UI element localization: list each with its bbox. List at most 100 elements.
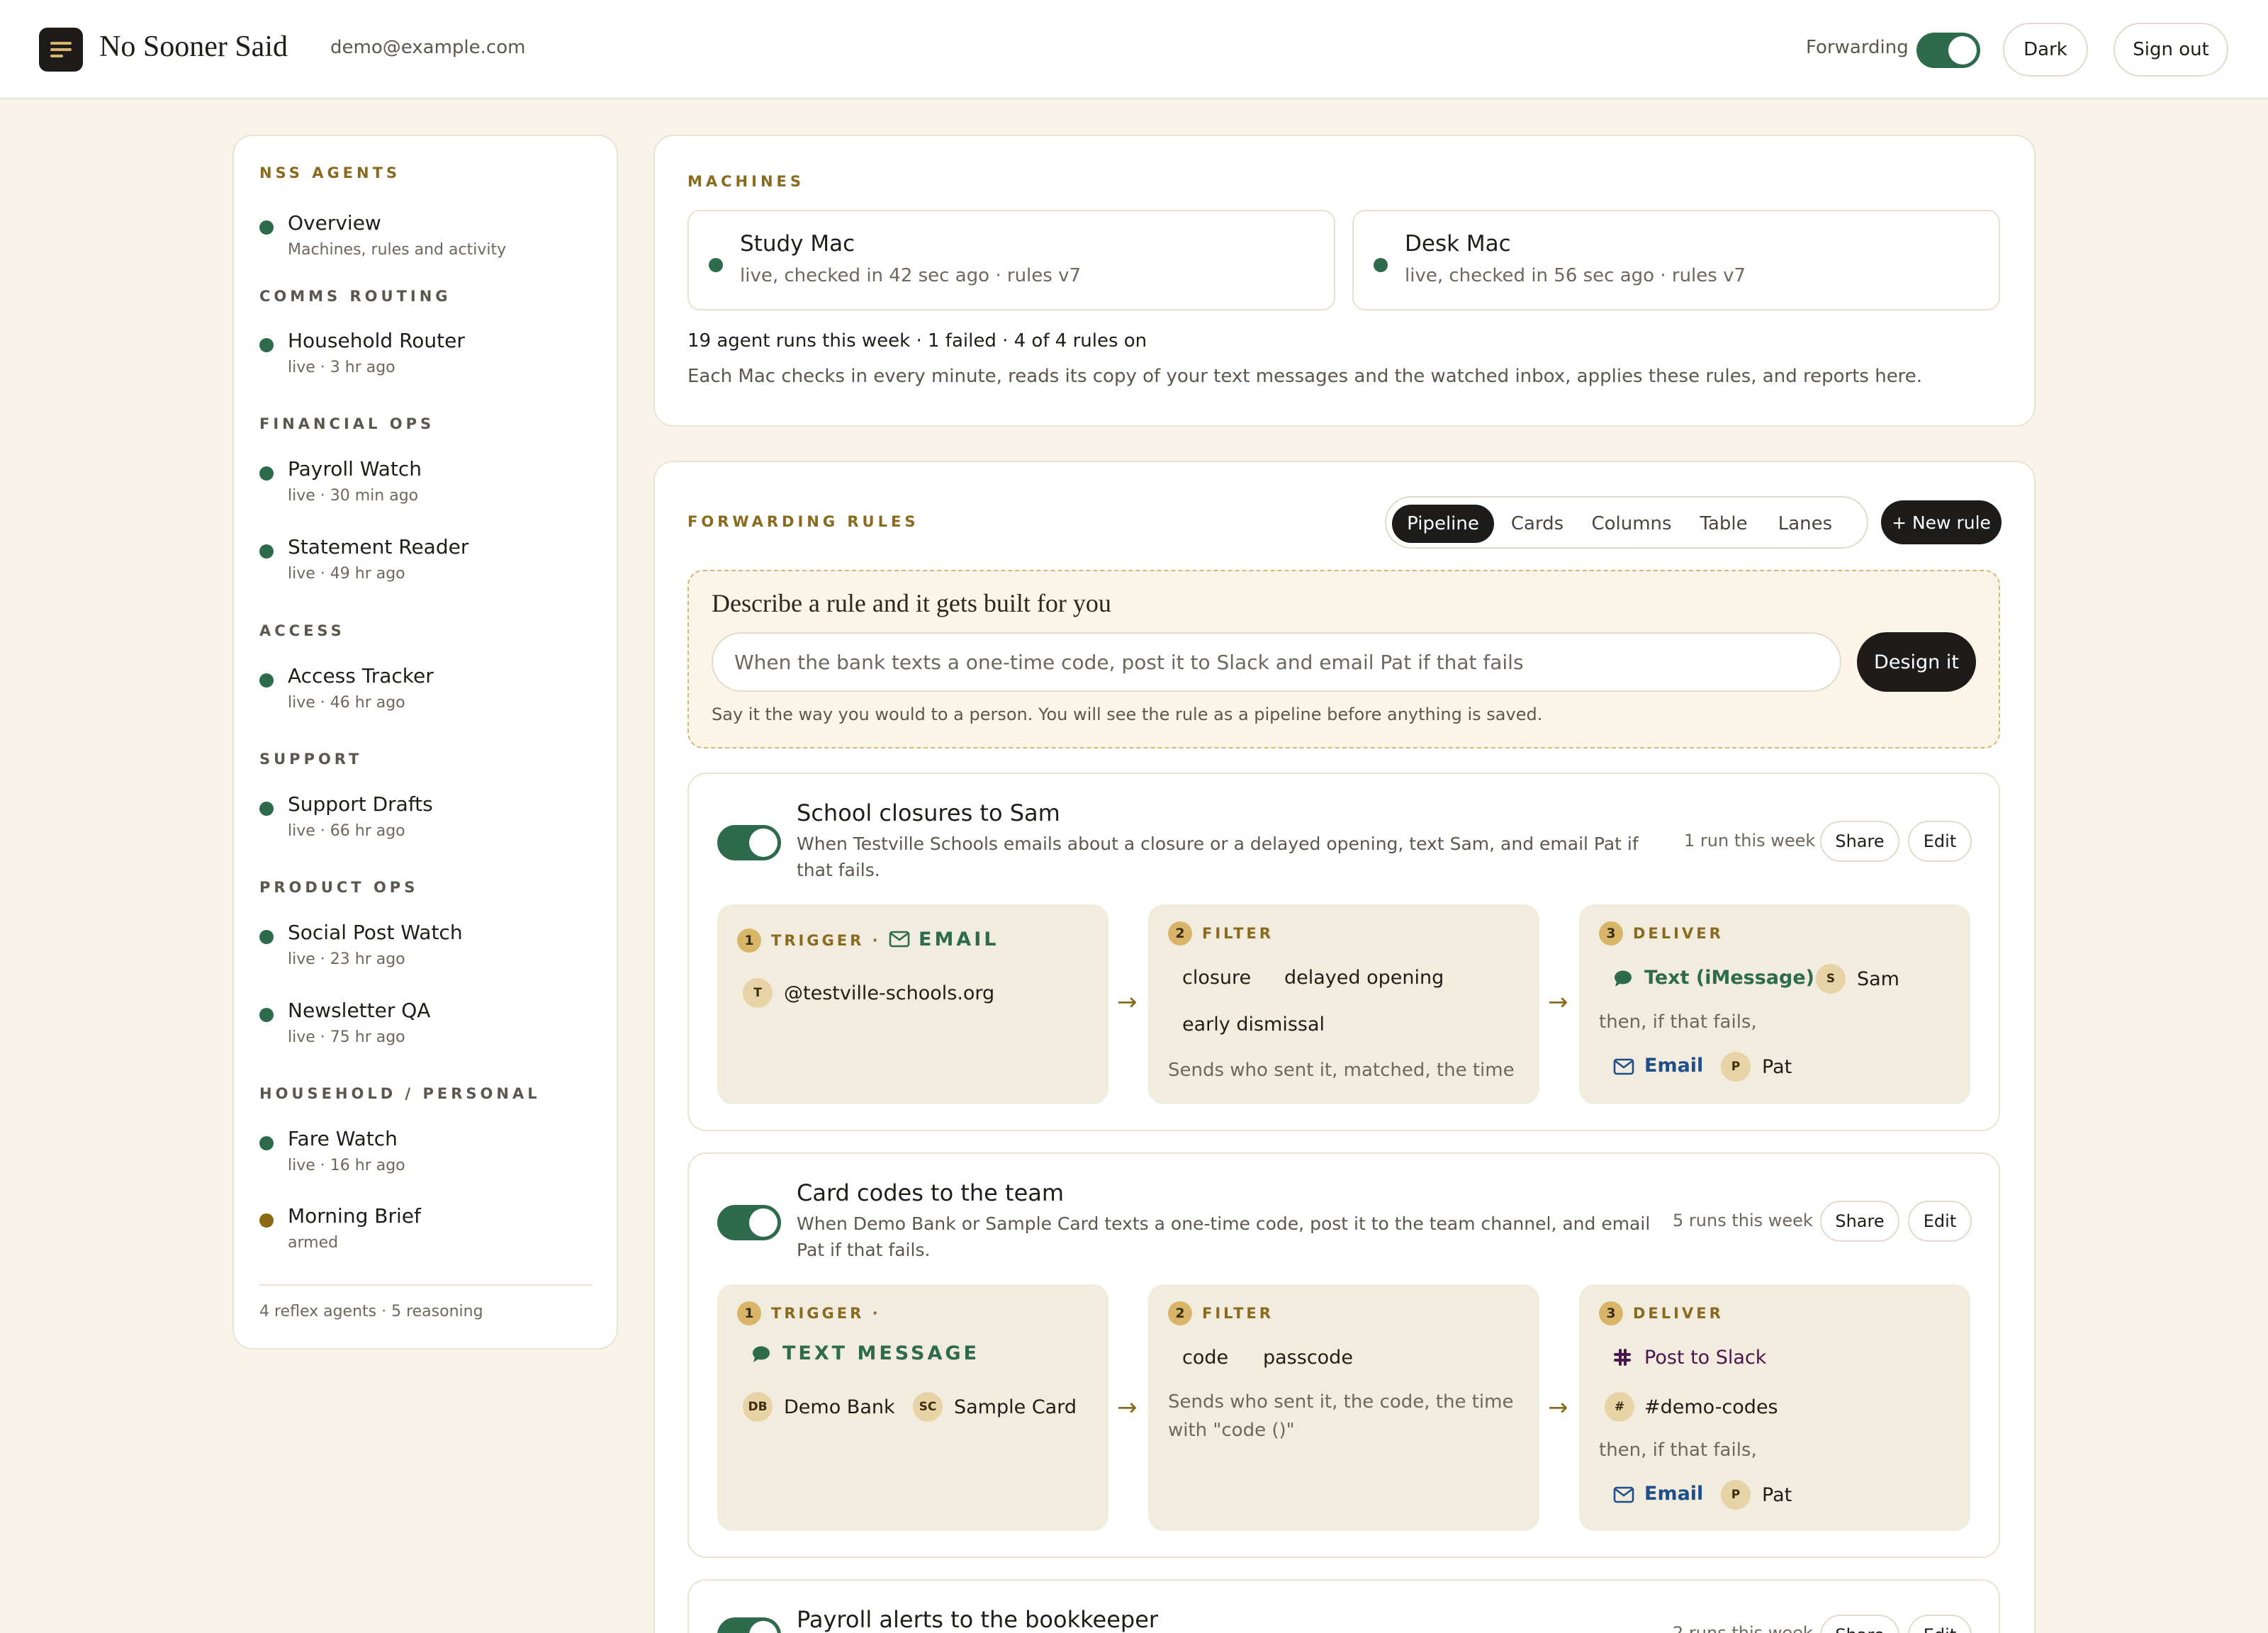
sidebar-item-access-tracker[interactable]: Access Tracker live · 46 hr ago (259, 664, 600, 721)
tab-lanes[interactable]: Lanes (1766, 505, 1844, 543)
arrow-right-icon: → (1548, 988, 1568, 1016)
sidebar-item-morning-brief[interactable]: Morning Brief armed (259, 1204, 600, 1261)
machine-status: live, checked in 42 sec ago · rules v7 (740, 265, 1081, 286)
sidebar-title: NSS AGENTS (259, 164, 401, 181)
avatar: # (1605, 1392, 1634, 1422)
machines-description: Each Mac checks in every minute, reads i… (687, 366, 1923, 387)
rule-enabled-toggle[interactable] (717, 1617, 781, 1633)
filter-keyword: passcode (1263, 1347, 1353, 1369)
sidebar-item-label: Social Post Watch (288, 921, 463, 944)
sidebar-item-label: Support Drafts (288, 792, 433, 816)
trigger-source: @testville-schools.org (784, 982, 995, 1004)
tab-cards[interactable]: Cards (1500, 505, 1575, 543)
sidebar-item-sub: live · 16 hr ago (288, 1157, 405, 1174)
forwarding-label: Forwarding (1806, 37, 1909, 58)
machine-card-desk-mac[interactable]: Desk Mac live, checked in 56 sec ago · r… (1352, 210, 2000, 310)
sign-out-button[interactable]: Sign out (2113, 23, 2228, 77)
section-heading: PRODUCT OPS (259, 879, 419, 896)
avatar: DB (743, 1392, 773, 1422)
avatar: P (1721, 1480, 1751, 1510)
fallback-target: Pat (1762, 1056, 1792, 1078)
share-button[interactable]: Share (1820, 821, 1899, 862)
sidebar-item-social-post-watch[interactable]: Social Post Watch live · 23 hr ago (259, 921, 600, 977)
forwarding-toggle[interactable] (1916, 33, 1980, 68)
rule-run-count: 1 run this week (1684, 831, 1816, 851)
edit-button[interactable]: Edit (1908, 1615, 1972, 1633)
design-it-button[interactable]: Design it (1857, 632, 1976, 692)
avatar: T (743, 978, 773, 1008)
filter-note: Sends who sent it, matched, the time (1168, 1060, 1515, 1081)
edit-button[interactable]: Edit (1908, 821, 1972, 862)
sidebar-item-household-router[interactable]: Household Router live · 3 hr ago (259, 329, 600, 386)
sidebar-item-support-drafts[interactable]: Support Drafts live · 66 hr ago (259, 792, 600, 849)
new-rule-button[interactable]: + New rule (1881, 500, 2002, 544)
status-dot (259, 1213, 274, 1228)
rule-enabled-toggle[interactable] (717, 1205, 781, 1240)
section-heading: FINANCIAL OPS (259, 415, 435, 432)
tab-table[interactable]: Table (1688, 505, 1759, 543)
avatar: SC (913, 1392, 943, 1422)
rule-title: Card codes to the team (797, 1179, 1065, 1206)
run-stats: 19 agent runs this week · 1 failed · 4 o… (687, 330, 1147, 352)
deliver-channel: Post to Slack (1644, 1347, 1767, 1369)
sidebar-item-label: Overview (288, 211, 381, 235)
sidebar-item-label: Household Router (288, 329, 465, 352)
status-dot (259, 930, 274, 944)
machine-card-study-mac[interactable]: Study Mac live, checked in 42 sec ago · … (687, 210, 1335, 310)
sidebar-item-label: Access Tracker (288, 664, 434, 688)
app-title: No Sooner Said (99, 30, 288, 63)
avatar: S (1816, 964, 1846, 994)
sidebar-item-sub: Machines, rules and activity (288, 241, 507, 259)
trigger-source: Demo Bank (784, 1396, 895, 1418)
filter-note: Sends who sent it, the code, the time wi… (1168, 1391, 1514, 1441)
share-button[interactable]: Share (1820, 1615, 1899, 1633)
fallback-text: then, if that fails, (1599, 1440, 1757, 1461)
avatar: P (1721, 1052, 1751, 1082)
rule-enabled-toggle[interactable] (717, 825, 781, 860)
sidebar-item-sub: live · 66 hr ago (288, 822, 405, 840)
sidebar-item-statement-reader[interactable]: Statement Reader live · 49 hr ago (259, 535, 600, 592)
share-button[interactable]: Share (1820, 1201, 1899, 1242)
trigger-channel: TEXT MESSAGE (782, 1342, 979, 1364)
filter-keyword: early dismissal (1182, 1014, 1325, 1036)
fallback-target: Pat (1762, 1484, 1792, 1506)
step-number: 1 (737, 1301, 761, 1325)
user-email: demo@example.com (330, 37, 526, 58)
sidebar-item-sub: live · 75 hr ago (288, 1028, 405, 1046)
arrow-right-icon: → (1117, 988, 1138, 1016)
sidebar-item-sub: live · 30 min ago (288, 487, 419, 505)
slack-icon (1614, 1349, 1631, 1366)
describe-rule-input[interactable]: When the bank texts a one-time code, pos… (712, 632, 1841, 692)
trigger-channel: EMAIL (919, 928, 999, 950)
tab-columns[interactable]: Columns (1582, 505, 1681, 543)
sidebar-item-label: Fare Watch (288, 1127, 398, 1150)
stage-label: FILTER (1202, 1305, 1274, 1322)
section-heading: HOUSEHOLD / PERSONAL (259, 1085, 541, 1102)
menu-icon[interactable] (39, 28, 83, 72)
status-dot (259, 1136, 274, 1150)
sidebar-item-fare-watch[interactable]: Fare Watch live · 16 hr ago (259, 1127, 600, 1184)
status-dot (259, 220, 274, 235)
view-switcher: Pipeline Cards Columns Table Lanes (1385, 496, 1868, 549)
step-number: 1 (737, 928, 761, 953)
sidebar-item-payroll-watch[interactable]: Payroll Watch live · 30 min ago (259, 457, 600, 514)
chat-bubble-icon (1615, 970, 1632, 987)
divider (259, 1284, 593, 1286)
tab-pipeline[interactable]: Pipeline (1392, 505, 1494, 543)
deliver-target: Sam (1857, 968, 1899, 990)
status-dot (259, 1008, 274, 1022)
rule-run-count: 5 runs this week (1673, 1211, 1813, 1230)
rule-title: Payroll alerts to the bookkeeper (797, 1606, 1159, 1633)
arrow-right-icon: → (1117, 1393, 1138, 1422)
section-heading: COMMS ROUTING (259, 288, 451, 305)
section-heading: ACCESS (259, 622, 345, 639)
dark-mode-button[interactable]: Dark (2003, 23, 2088, 77)
sidebar-item-sub: live · 23 hr ago (288, 950, 405, 968)
sidebar-item-label: Morning Brief (288, 1204, 421, 1228)
sidebar-item-sub: live · 3 hr ago (288, 359, 395, 376)
sidebar-item-newsletter-qa[interactable]: Newsletter QA live · 75 hr ago (259, 999, 600, 1055)
sidebar-item-overview[interactable]: Overview Machines, rules and activity (259, 211, 600, 268)
edit-button[interactable]: Edit (1908, 1201, 1972, 1242)
stage-label: TRIGGER · (771, 1305, 881, 1322)
sidebar-item-sub: live · 46 hr ago (288, 694, 405, 712)
